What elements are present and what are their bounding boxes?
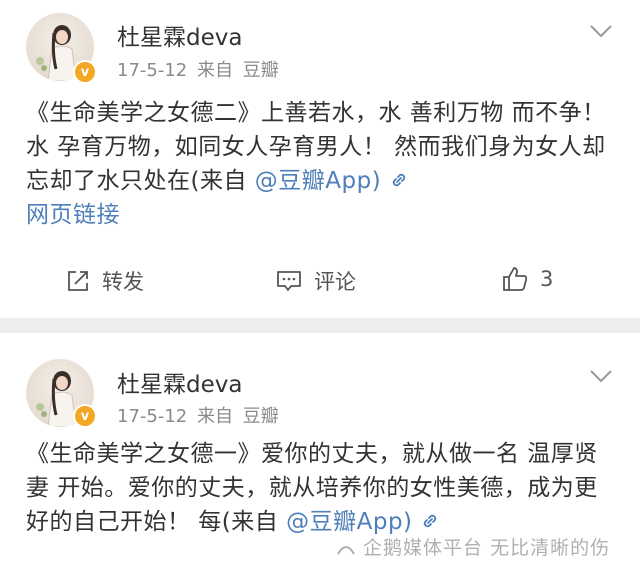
watermark: 企鹅媒体平台 无比清晰的伤 <box>336 533 610 560</box>
post-content: 《生命美学之女德一》爱你的丈夫，就从做一名 温厚贤妻 开始。爱你的丈夫，就从培养… <box>26 437 616 539</box>
comment-button[interactable]: 评论 <box>276 266 356 296</box>
post-date: 17-5-12 <box>117 406 188 427</box>
post-divider <box>0 318 640 333</box>
weibo-post-1: v 杜星霖deva 17-5-12 来自 豆瓣 《生命美学之女德二》上善若水，水… <box>0 0 640 318</box>
chevron-down-icon[interactable] <box>590 24 612 38</box>
chevron-down-icon[interactable] <box>590 369 612 383</box>
web-link[interactable]: 网页链接 <box>26 202 120 228</box>
like-button[interactable]: 3 <box>502 266 553 292</box>
comment-label: 评论 <box>314 270 356 294</box>
username[interactable]: 杜星霖deva <box>117 365 242 399</box>
like-count: 3 <box>540 267 554 291</box>
action-bar: 转发 评论 3 <box>0 266 640 306</box>
post-meta: 17-5-12 来自 豆瓣 <box>117 56 279 82</box>
link-icon <box>424 514 437 528</box>
douban-app-link[interactable]: @豆瓣App) <box>286 509 412 535</box>
douban-app-link[interactable]: @豆瓣App) <box>255 168 381 194</box>
repost-button[interactable]: 转发 <box>66 266 144 296</box>
weibo-post-2: v 杜星霖deva 17-5-12 来自 豆瓣 《生命美学之女德一》爱你的丈夫，… <box>0 333 640 565</box>
comment-icon <box>277 271 301 291</box>
username[interactable]: 杜星霖deva <box>117 18 242 52</box>
verified-badge-icon: v <box>73 60 97 84</box>
post-meta: 17-5-12 来自 豆瓣 <box>117 402 279 428</box>
verified-badge-icon: v <box>73 404 97 428</box>
post-content: 《生命美学之女德二》上善若水，水 善利万物 而不争！ 水 孕育万物，如同女人孕育… <box>26 96 616 232</box>
post-source[interactable]: 来自 豆瓣 <box>197 60 279 81</box>
thumbs-up-icon <box>503 267 528 291</box>
repost-icon <box>68 271 88 291</box>
repost-label: 转发 <box>102 270 144 294</box>
watermark-text: 企鹅媒体平台 无比清晰的伤 <box>363 537 611 559</box>
post-source[interactable]: 来自 豆瓣 <box>197 406 279 427</box>
watermark-logo-icon <box>337 546 355 555</box>
post-date: 17-5-12 <box>117 60 188 81</box>
link-icon <box>392 173 406 187</box>
